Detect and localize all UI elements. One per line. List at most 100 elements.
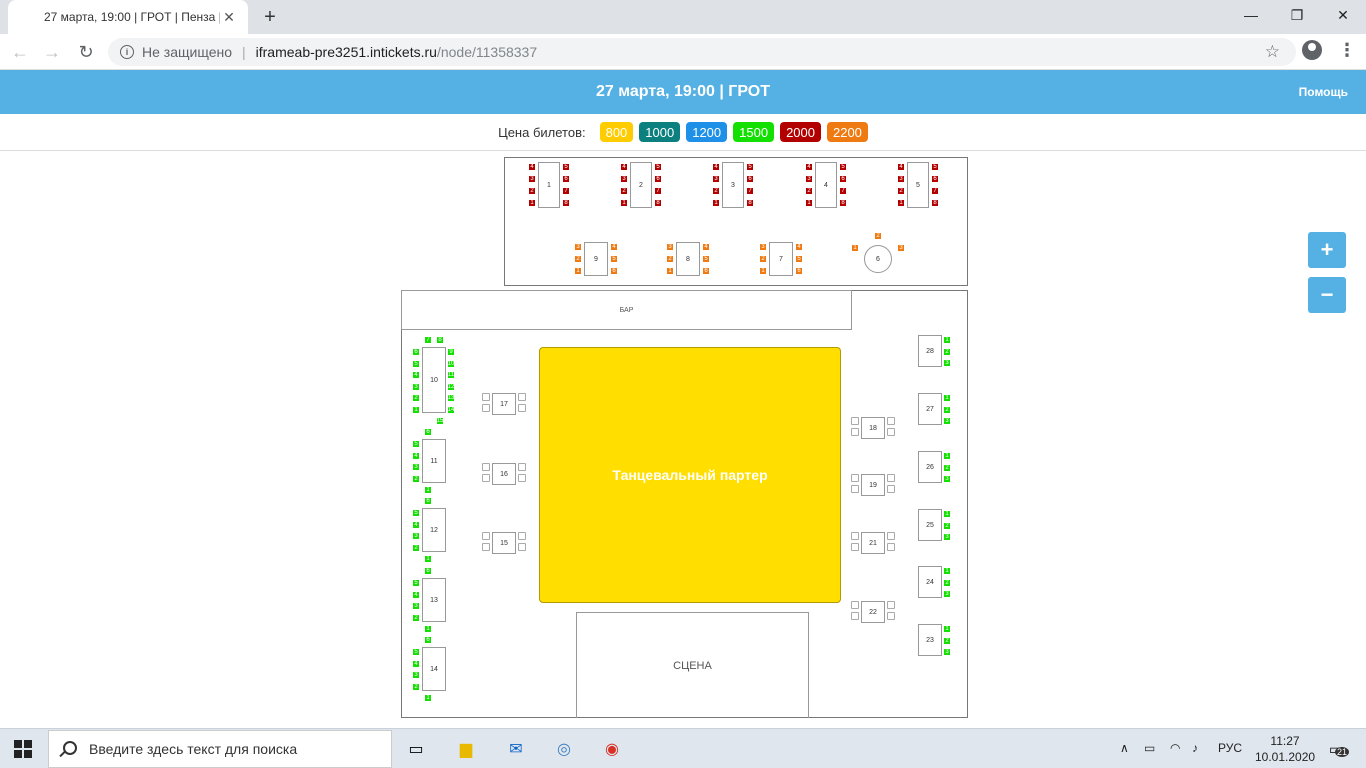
- seat[interactable]: 4: [412, 590, 420, 599]
- seat[interactable]: [482, 532, 490, 540]
- seat[interactable]: [482, 474, 490, 482]
- reload-icon[interactable]: ↻: [74, 40, 98, 64]
- seat[interactable]: 3: [897, 244, 905, 252]
- info-icon[interactable]: i: [120, 45, 134, 59]
- seat[interactable]: 4: [897, 163, 905, 171]
- zoom-out-button[interactable]: −: [1308, 277, 1346, 313]
- seat[interactable]: 4: [412, 451, 420, 460]
- seat[interactable]: 5: [412, 440, 420, 448]
- seat[interactable]: 2: [412, 682, 420, 691]
- seat[interactable]: 5: [412, 359, 420, 368]
- seat[interactable]: 2: [943, 636, 951, 645]
- seat[interactable]: 5: [839, 163, 847, 171]
- account-icon[interactable]: [1302, 40, 1322, 60]
- seat[interactable]: 12: [447, 382, 455, 391]
- seat[interactable]: 1: [666, 267, 674, 275]
- seat[interactable]: 5: [795, 255, 803, 263]
- seat[interactable]: [851, 532, 859, 540]
- minimize-button[interactable]: —: [1228, 0, 1274, 30]
- forward-arrow-icon[interactable]: →: [40, 40, 64, 64]
- seat[interactable]: 6: [702, 267, 710, 275]
- seat[interactable]: 3: [943, 475, 951, 483]
- seat[interactable]: 2: [412, 474, 420, 483]
- seat[interactable]: 2: [528, 187, 536, 195]
- seat[interactable]: 2: [412, 394, 420, 402]
- seat[interactable]: 3: [805, 175, 813, 183]
- seat[interactable]: 5: [562, 163, 570, 171]
- seat[interactable]: 5: [746, 163, 754, 171]
- seat[interactable]: 2: [712, 187, 720, 195]
- seat[interactable]: 14: [447, 405, 455, 414]
- seat[interactable]: 1: [851, 244, 859, 252]
- seat[interactable]: 8: [931, 199, 939, 207]
- seat[interactable]: [887, 474, 895, 482]
- seat[interactable]: 1: [528, 199, 536, 207]
- seat[interactable]: 1: [574, 267, 582, 275]
- seat[interactable]: 11: [447, 371, 455, 379]
- seat[interactable]: [887, 485, 895, 493]
- tray-chevron-icon[interactable]: ∧: [1120, 741, 1129, 755]
- seat[interactable]: 15: [436, 417, 444, 425]
- seat[interactable]: 6: [839, 175, 847, 183]
- seat[interactable]: 2: [943, 521, 951, 530]
- seat[interactable]: [518, 393, 526, 401]
- file-explorer-icon[interactable]: ▆: [454, 737, 478, 761]
- seat[interactable]: 1: [620, 199, 628, 207]
- seat[interactable]: 6: [654, 175, 662, 183]
- notification-icon[interactable]: ▭ 21: [1325, 739, 1350, 759]
- seat[interactable]: 7: [654, 187, 662, 195]
- seat[interactable]: [851, 485, 859, 493]
- seat[interactable]: 4: [412, 520, 420, 529]
- seat[interactable]: 4: [712, 163, 720, 171]
- seat[interactable]: 6: [746, 175, 754, 183]
- seat[interactable]: 4: [702, 243, 710, 251]
- seat[interactable]: 6: [412, 348, 420, 356]
- seat[interactable]: 6: [424, 636, 432, 644]
- seat[interactable]: 4: [412, 659, 420, 668]
- seat[interactable]: 1: [759, 267, 767, 275]
- outlook-icon[interactable]: ✉: [504, 737, 528, 761]
- seat[interactable]: 4: [805, 163, 813, 171]
- seat[interactable]: 6: [424, 567, 432, 575]
- seat[interactable]: [887, 417, 895, 425]
- seat[interactable]: 1: [412, 405, 420, 414]
- seat[interactable]: 9: [447, 348, 455, 356]
- seat[interactable]: [887, 428, 895, 436]
- seat[interactable]: [482, 463, 490, 471]
- seat[interactable]: 1: [897, 199, 905, 207]
- seat[interactable]: 1: [424, 625, 432, 633]
- seat[interactable]: 1: [943, 394, 951, 402]
- price-chip-800[interactable]: 800: [599, 122, 634, 142]
- seat[interactable]: [518, 474, 526, 482]
- seat[interactable]: 3: [412, 671, 420, 679]
- volume-icon[interactable]: ♪: [1192, 741, 1198, 755]
- seat[interactable]: [518, 463, 526, 471]
- seat[interactable]: 1: [424, 694, 432, 702]
- seat[interactable]: 8: [654, 199, 662, 207]
- seat[interactable]: 13: [447, 394, 455, 402]
- close-tab-icon[interactable]: ✕: [220, 8, 238, 26]
- seat[interactable]: 5: [412, 579, 420, 587]
- seat[interactable]: 2: [874, 232, 882, 240]
- seat[interactable]: 5: [702, 255, 710, 263]
- seat[interactable]: [887, 532, 895, 540]
- seat[interactable]: 1: [424, 555, 432, 563]
- seat[interactable]: 10: [447, 359, 455, 368]
- seat[interactable]: 1: [943, 625, 951, 633]
- seat[interactable]: 1: [943, 567, 951, 575]
- seat[interactable]: 3: [759, 243, 767, 251]
- seat[interactable]: 2: [666, 255, 674, 263]
- dance-floor[interactable]: Танцевальный партер: [539, 347, 841, 603]
- seat[interactable]: 6: [795, 267, 803, 275]
- price-chip-1000[interactable]: 1000: [639, 122, 681, 142]
- seat[interactable]: 6: [424, 428, 432, 436]
- windows-start-icon[interactable]: [14, 740, 32, 758]
- seat[interactable]: 1: [805, 199, 813, 207]
- back-arrow-icon[interactable]: ←: [8, 40, 32, 64]
- seat[interactable]: 2: [897, 187, 905, 195]
- globe-icon[interactable]: ◎: [552, 737, 576, 761]
- seat[interactable]: [887, 543, 895, 551]
- seat[interactable]: 4: [528, 163, 536, 171]
- seat[interactable]: 3: [528, 175, 536, 183]
- seat[interactable]: 6: [610, 267, 618, 275]
